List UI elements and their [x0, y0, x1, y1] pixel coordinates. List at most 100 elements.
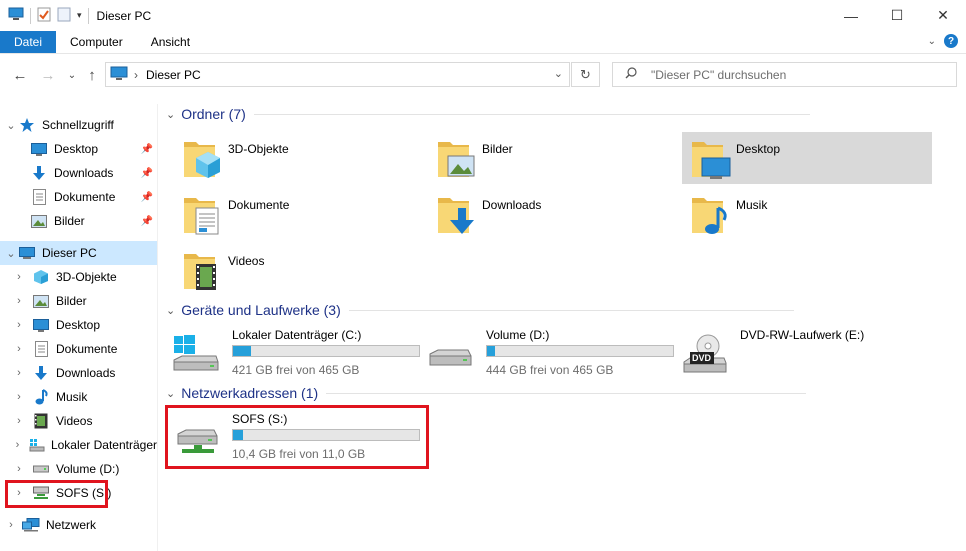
chevron-down-icon[interactable]: ⌄ [166, 108, 175, 121]
chevron-right-icon[interactable]: › [12, 463, 26, 475]
group-header-geraete[interactable]: ⌄ Geräte und Laufwerke (3) [166, 302, 794, 318]
quick-access-toolbar: ▾ [0, 6, 89, 25]
videos-icon [178, 246, 224, 294]
sidebar-item-label: Dieser PC [42, 246, 97, 260]
up-arrow-icon[interactable]: ↑ [80, 63, 104, 87]
folder-tile-videos[interactable]: Videos [174, 244, 424, 296]
drive-name: DVD-RW-Laufwerk (E:) [740, 328, 865, 342]
chevron-right-icon[interactable]: › [12, 367, 26, 379]
pictures-icon [30, 213, 48, 229]
navigation-bar: ← → ⌄ ↑ › Dieser PC ⌄ ↻ "Dieser PC" durc… [0, 59, 966, 91]
chevron-right-icon[interactable]: › [12, 271, 26, 283]
sidebar-item-label: Desktop [56, 318, 101, 332]
windows-drive-icon [172, 334, 220, 374]
group-title: Netzwerkadressen (1) [181, 385, 319, 401]
tab-datei[interactable]: Datei [0, 31, 57, 53]
group-title: Ordner (7) [181, 106, 246, 122]
minimize-button[interactable]: — [828, 0, 874, 31]
search-icon [625, 67, 637, 82]
sidebar-item-downloads-quick[interactable]: Downloads 📌 [18, 161, 157, 185]
desktop-icon [32, 317, 50, 333]
videos-icon [32, 413, 50, 429]
address-dropdown-chevron-icon[interactable]: ⌄ [554, 67, 563, 80]
sidebar-item-volume-d[interactable]: › Volume (D:) [12, 457, 157, 481]
sidebar-item-schnellzugriff[interactable]: ⌄ Schnellzugriff [4, 113, 161, 137]
chevron-down-icon[interactable]: ⌄ [4, 119, 18, 132]
sidebar-item-desktop-quick[interactable]: Desktop 📌 [18, 137, 157, 161]
new-folder-icon[interactable] [57, 6, 71, 25]
sidebar-item-dokumente[interactable]: › Dokumente [12, 337, 157, 361]
sidebar-item-label: Lokaler Datenträger [50, 438, 157, 452]
chevron-down-icon[interactable]: ⌄ [166, 304, 175, 317]
content-pane: ⌄ Ordner (7) 3D-Objekte Bilder Desktop D… [160, 100, 966, 551]
properties-icon[interactable] [37, 6, 51, 25]
chevron-right-icon[interactable]: › [12, 415, 26, 427]
sidebar-item-netzwerk[interactable]: › Netzwerk [4, 513, 157, 537]
folder-name: 3D-Objekte [228, 142, 289, 156]
computer-icon[interactable] [8, 7, 24, 24]
sidebar-item-musik[interactable]: › Musik [12, 385, 157, 409]
sidebar-highlight-box [5, 480, 108, 508]
pictures-icon [432, 134, 478, 182]
group-divider [253, 113, 810, 115]
forward-arrow-icon[interactable]: → [36, 63, 60, 87]
sidebar-item-label: Volume (D:) [56, 462, 120, 476]
chevron-right-icon[interactable]: › [12, 391, 26, 403]
chevron-right-icon[interactable]: › [12, 295, 26, 307]
close-button[interactable]: ✕ [920, 0, 966, 31]
group-header-netzwerk[interactable]: ⌄ Netzwerkadressen (1) [166, 385, 807, 401]
drive-tile-d[interactable]: Volume (D:) 444 GB frei von 465 GB [420, 326, 676, 382]
chevron-right-icon[interactable]: › [12, 343, 26, 355]
group-header-ordner[interactable]: ⌄ Ordner (7) [166, 106, 958, 122]
folder-tile-dokumente[interactable]: Dokumente [174, 188, 424, 240]
help-icon[interactable]: ? [944, 34, 958, 48]
toolbar-separator [30, 7, 31, 24]
breadcrumb[interactable]: Dieser PC [146, 68, 201, 82]
chevron-down-icon[interactable]: ⌄ [166, 387, 175, 400]
breadcrumb-separator-icon[interactable]: › [134, 68, 138, 82]
sidebar-item-label: Bilder [54, 214, 85, 228]
drive-tile-e[interactable]: DVD DVD-RW-Laufwerk (E:) [674, 326, 930, 382]
sidebar-item-3d-objekte[interactable]: › 3D-Objekte [12, 265, 157, 289]
folder-tile-downloads[interactable]: Downloads [428, 188, 678, 240]
folder-name: Desktop [736, 142, 781, 156]
pictures-icon [32, 293, 50, 309]
sidebar-item-downloads[interactable]: › Downloads [12, 361, 157, 385]
drive-tile-c[interactable]: Lokaler Datenträger (C:) 421 GB frei von… [166, 326, 422, 382]
tab-computer[interactable]: Computer [56, 31, 137, 53]
local-disk-icon [29, 437, 45, 453]
expand-ribbon-chevron-icon[interactable]: ⌄ [928, 36, 936, 47]
pin-icon[interactable]: 📌 [141, 192, 153, 203]
sidebar-item-pictures-quick[interactable]: Bilder 📌 [18, 209, 157, 233]
chevron-down-icon[interactable]: ⌄ [4, 247, 18, 260]
folder-name: Videos [228, 254, 265, 268]
folder-tile-desktop[interactable]: Desktop [682, 132, 932, 184]
customize-toolbar-chevron-icon[interactable]: ▾ [77, 10, 82, 21]
pin-icon[interactable]: 📌 [141, 168, 153, 179]
chevron-right-icon[interactable]: › [12, 319, 26, 331]
chevron-right-icon[interactable]: › [12, 439, 23, 451]
drive-name: Lokaler Datenträger (C:) [232, 328, 362, 342]
drive-usage-bar [232, 345, 420, 357]
sidebar-item-bilder[interactable]: › Bilder [12, 289, 157, 313]
sidebar-item-lokaler-datentraeger[interactable]: › Lokaler Datenträger [12, 433, 157, 457]
folder-tile-bilder[interactable]: Bilder [428, 132, 678, 184]
pin-icon[interactable]: 📌 [141, 144, 153, 155]
sidebar-item-dieser-pc[interactable]: ⌄ Dieser PC [0, 241, 157, 265]
sidebar-item-documents-quick[interactable]: Dokumente 📌 [18, 185, 157, 209]
chevron-right-icon[interactable]: › [4, 519, 18, 531]
content-highlight-box [165, 405, 429, 469]
pin-icon[interactable]: 📌 [141, 216, 153, 227]
sidebar-item-videos[interactable]: › Videos [12, 409, 157, 433]
search-input[interactable]: "Dieser PC" durchsuchen [612, 62, 957, 87]
music-icon [32, 389, 50, 405]
folder-tile-musik[interactable]: Musik [682, 188, 932, 240]
back-arrow-icon[interactable]: ← [8, 63, 32, 87]
refresh-button[interactable]: ↻ [571, 62, 600, 87]
tab-ansicht[interactable]: Ansicht [137, 31, 204, 53]
sidebar-item-desktop[interactable]: › Desktop [12, 313, 157, 337]
search-placeholder: "Dieser PC" durchsuchen [651, 67, 787, 82]
address-bar[interactable]: › Dieser PC ⌄ [105, 62, 570, 87]
maximize-button[interactable]: ☐ [874, 0, 920, 31]
folder-tile-3d-objekte[interactable]: 3D-Objekte [174, 132, 424, 184]
